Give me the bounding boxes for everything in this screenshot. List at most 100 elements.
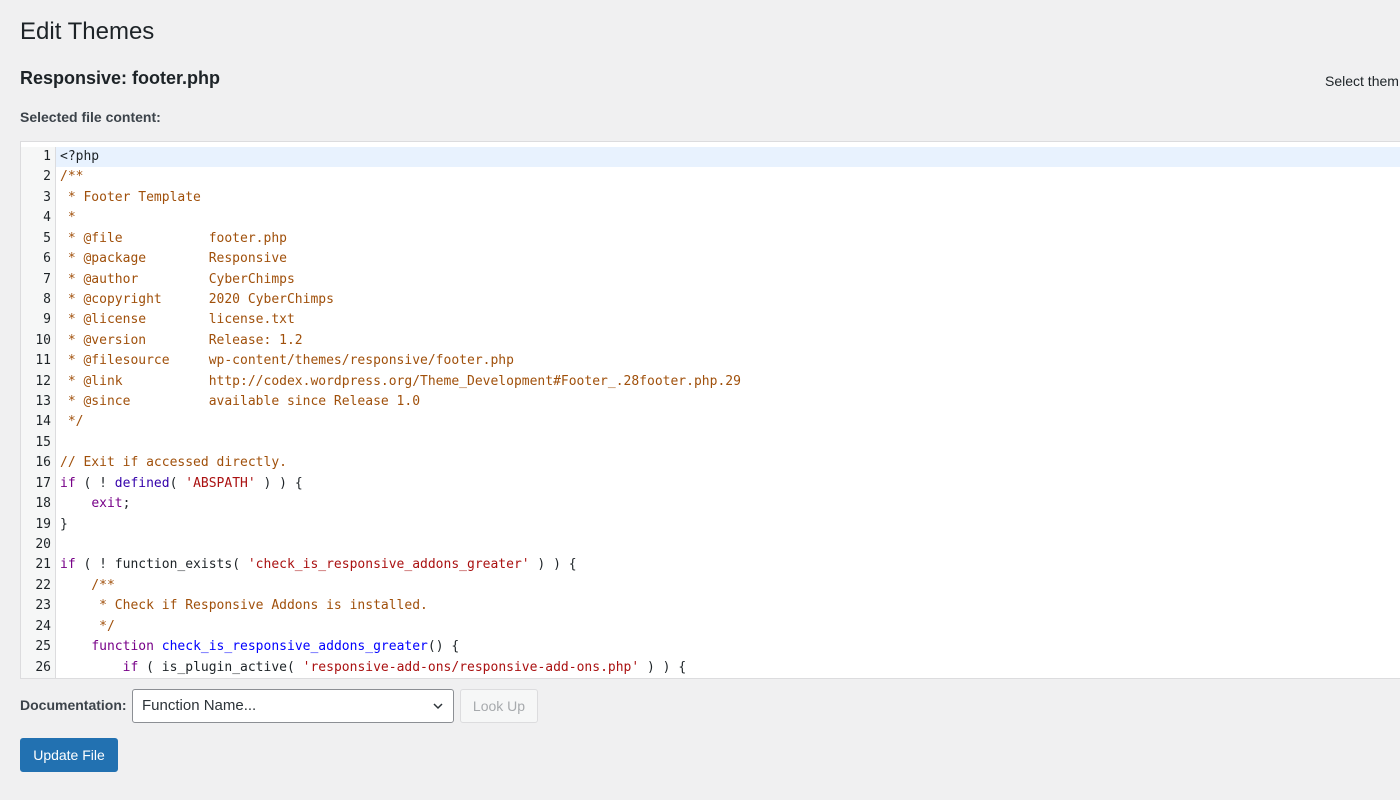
code-line[interactable]: 15 [21,432,1400,454]
code-text[interactable]: exit; [56,494,130,514]
code-token: 'ABSPATH' [185,475,256,491]
code-token: * Check if Responsive Addons is installe… [60,598,428,614]
code-token: * Footer Template [60,189,201,205]
code-text[interactable]: */ [56,617,115,637]
line-number: 18 [21,494,56,515]
line-number: 21 [21,555,56,576]
code-text[interactable]: if ( is_plugin_active( 'responsive-add-o… [56,658,687,678]
code-text[interactable]: * @file footer.php [56,229,287,249]
code-text[interactable] [56,535,60,555]
code-text[interactable]: // Exit if accessed directly. [56,453,287,473]
line-number: 8 [21,289,56,311]
code-line[interactable]: 12 * @link http://codex.wordpress.org/Th… [21,371,1400,393]
look-up-button[interactable]: Look Up [460,689,538,723]
code-line[interactable]: 6 * @package Responsive [21,249,1400,270]
line-number: 26 [21,657,56,678]
page-title: Edit Themes [20,18,155,45]
select-theme-label: Select them [1325,73,1399,89]
code-line[interactable]: 10 * @version Release: 1.2 [21,330,1400,352]
code-text[interactable]: * @package Responsive [56,249,287,269]
code-line[interactable]: 22 /** [21,575,1400,597]
line-number: 10 [21,330,56,352]
code-line[interactable]: 19} [21,514,1400,536]
code-line[interactable]: 24 */ [21,616,1400,638]
line-number: 15 [21,432,56,454]
code-text[interactable]: /** [56,576,115,596]
code-line[interactable]: 25 function check_is_responsive_addons_g… [21,637,1400,658]
code-token: ( [169,475,186,491]
code-line[interactable]: 1 <?php [21,147,1400,168]
code-token: ( ! function_exists( [75,557,248,573]
line-number: 13 [21,392,56,413]
line-number: 25 [21,637,56,658]
code-text[interactable]: <?php [56,147,99,167]
code-text[interactable]: * @filesource wp-content/themes/responsi… [56,351,514,371]
code-text[interactable]: if ( ! function_exists( 'check_is_respon… [56,555,577,575]
code-line[interactable]: 26 if ( is_plugin_active( 'responsive-ad… [21,657,1400,678]
line-number: 17 [21,473,56,495]
function-name-select-value: Function Name... [142,697,257,714]
code-lines[interactable]: 1 <?php 2/** 3 * Footer Template 4 * 5 * @fil… [21,142,1400,678]
code-text[interactable]: * @license license.txt [56,310,295,330]
line-number: 4 [21,208,56,229]
line-number: 6 [21,249,56,270]
code-token: <?php [60,149,100,164]
code-token: if [60,475,76,491]
code-text[interactable]: } [56,515,68,535]
code-line[interactable]: 17 if ( ! defined( 'ABSPATH' ) ) { [21,473,1400,495]
code-token: ( ! [75,475,115,491]
file-heading: Responsive: footer.php [20,68,221,88]
code-line[interactable]: 18 exit; [21,494,1400,515]
code-line[interactable]: 16// Exit if accessed directly. [21,453,1400,474]
code-line[interactable]: 8 * @copyright 2020 CyberChimps [21,289,1400,311]
function-name-select[interactable]: Function Name... [132,689,454,723]
code-text[interactable] [56,433,60,453]
code-line[interactable]: 5 * @file footer.php [21,228,1400,250]
code-text[interactable]: * Footer Template [56,188,201,208]
code-text[interactable]: * @copyright 2020 CyberChimps [56,290,334,310]
edit-themes-page: Edit Themes Responsive: footer.php Selec… [0,0,1400,800]
code-editor[interactable]: 1 <?php 2/** 3 * Footer Template 4 * 5 * @fil… [20,141,1400,679]
code-text[interactable]: * [56,208,76,228]
code-token: * @filesource wp-content/themes/responsi… [60,353,514,369]
code-line[interactable]: 21 if ( ! function_exists( 'check_is_resp… [21,555,1400,576]
code-line[interactable]: 9 * @license license.txt [21,310,1400,331]
code-line[interactable]: 11 * @filesource wp-content/themes/respo… [21,351,1400,372]
code-token: 'responsive-add-ons/responsive-add-ons.p… [302,659,640,675]
code-token: */ [60,618,115,634]
code-token: * @link http://codex.wordpress.org/Theme… [60,373,741,389]
line-number: 20 [21,535,56,556]
code-text[interactable]: * Check if Responsive Addons is installe… [56,596,428,616]
code-token: /** [60,169,84,185]
code-token: * @since available since Release 1.0 [60,394,421,410]
code-text[interactable]: * @link http://codex.wordpress.org/Theme… [56,372,741,392]
line-number: 19 [21,514,56,536]
code-line[interactable]: 20 [21,535,1400,556]
code-text[interactable]: * @version Release: 1.2 [56,331,303,351]
code-line[interactable]: 4 * [21,208,1400,229]
code-token: /** [60,577,115,593]
code-text[interactable]: /** [56,167,83,187]
code-line[interactable]: 14 */ [21,412,1400,433]
code-text[interactable]: * @since available since Release 1.0 [56,392,420,412]
line-number: 11 [21,351,56,372]
code-token: * @package Responsive [60,251,287,267]
line-number: 12 [21,371,56,393]
code-text[interactable]: */ [56,412,84,432]
chevron-down-icon [433,703,443,710]
code-line[interactable]: 13 * @since available since Release 1.0 [21,392,1400,413]
code-text[interactable]: if ( ! defined( 'ABSPATH' ) ) { [56,474,303,494]
code-line[interactable]: 2/** [21,167,1400,188]
line-number: 2 [21,167,56,188]
code-line[interactable]: 23 * Check if Responsive Addons is insta… [21,596,1400,617]
code-line[interactable]: 3 * Footer Template [21,187,1400,209]
code-text[interactable]: * @author CyberChimps [56,270,295,290]
code-token: defined [114,475,170,491]
code-line[interactable]: 7 * @author CyberChimps [21,269,1400,290]
code-token: */ [60,414,84,430]
update-file-button[interactable]: Update File [20,738,118,772]
code-text[interactable]: function check_is_responsive_addons_grea… [56,637,459,657]
